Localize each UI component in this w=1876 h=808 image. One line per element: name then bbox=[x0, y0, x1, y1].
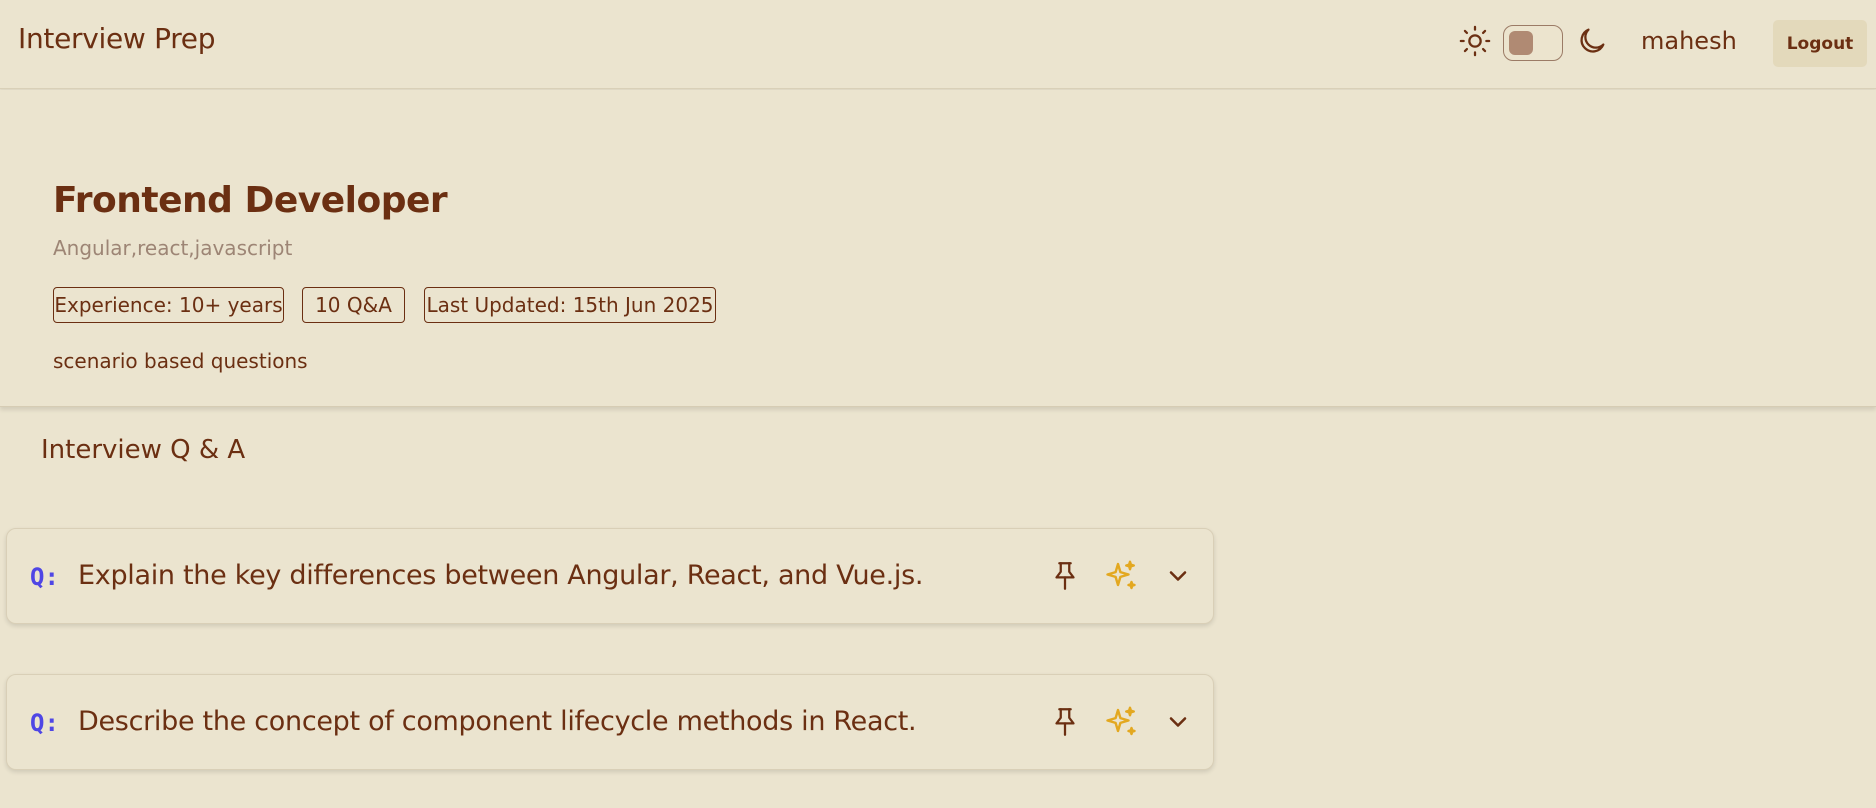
sparkle-icon[interactable] bbox=[1103, 558, 1139, 594]
logout-button[interactable]: Logout bbox=[1773, 20, 1867, 67]
pin-icon[interactable] bbox=[1048, 559, 1082, 593]
pin-icon[interactable] bbox=[1048, 705, 1082, 739]
experience-badge: Experience: 10+ years bbox=[53, 287, 284, 323]
question-prefix: Q: bbox=[30, 563, 59, 591]
question-text[interactable]: Describe the concept of component lifecy… bbox=[78, 706, 917, 737]
theme-toggle[interactable] bbox=[1503, 25, 1563, 61]
session-description: scenario based questions bbox=[53, 349, 308, 373]
question-card[interactable]: Q: Describe the concept of component lif… bbox=[6, 674, 1214, 770]
role-title: Frontend Developer bbox=[53, 180, 448, 221]
toggle-knob bbox=[1509, 31, 1533, 55]
question-prefix: Q: bbox=[30, 709, 59, 737]
topics-to-focus: Angular,react,javascript bbox=[53, 236, 293, 260]
question-card[interactable]: Q: Explain the key differences between A… bbox=[6, 528, 1214, 624]
navbar: Interview Prep mahesh Logout bbox=[0, 0, 1876, 89]
qa-count-badge: 10 Q&A bbox=[302, 287, 405, 323]
last-updated-badge: Last Updated: 15th Jun 2025 bbox=[424, 287, 716, 323]
question-text[interactable]: Explain the key differences between Angu… bbox=[78, 560, 923, 591]
app-title[interactable]: Interview Prep bbox=[18, 22, 215, 55]
qa-section-title: Interview Q & A bbox=[41, 435, 246, 465]
sun-icon bbox=[1459, 25, 1491, 57]
sparkle-icon[interactable] bbox=[1103, 704, 1139, 740]
moon-icon bbox=[1580, 28, 1605, 53]
chevron-down-icon[interactable] bbox=[1164, 562, 1192, 590]
username: mahesh bbox=[1641, 27, 1737, 55]
chevron-down-icon[interactable] bbox=[1164, 708, 1192, 736]
session-header: Frontend Developer Angular,react,javascr… bbox=[0, 90, 1876, 407]
